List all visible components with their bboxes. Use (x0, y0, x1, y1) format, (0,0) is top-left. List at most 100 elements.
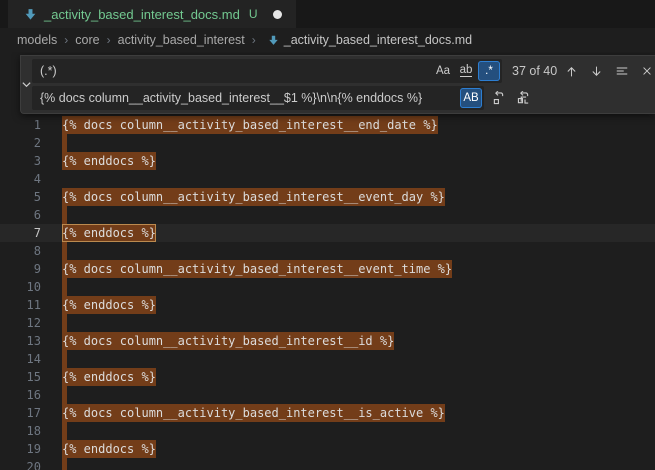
replace-button[interactable] (488, 88, 509, 109)
code-line-18: 18 (0, 422, 655, 440)
current-find-match: {% enddocs %} (62, 224, 156, 242)
replace-value-text: {% docs column__activity_based_interest_… (40, 91, 459, 105)
empty-line-match-highlight (62, 350, 67, 368)
tab-activity-based-interest-docs[interactable]: _activity_based_interest_docs.md U (8, 0, 296, 28)
regex-button[interactable]: .* (478, 61, 500, 81)
breadcrumb-dirs: models›core›activity_based_interest› (15, 33, 261, 47)
find-match-highlight: {% docs column__activity_based_interest_… (62, 116, 438, 134)
line-content[interactable]: {% enddocs %} (62, 152, 156, 170)
code-line-16: 16 (0, 386, 655, 404)
preserve-case-button[interactable]: AB (460, 88, 482, 108)
find-match-highlight: {% docs column__activity_based_interest_… (62, 260, 452, 278)
line-number: 1 (0, 116, 41, 134)
line-content[interactable] (62, 350, 67, 368)
breadcrumb-separator: › (247, 33, 261, 47)
code-lines: 1 {% docs column__activity_based_interest… (0, 116, 655, 470)
line-content[interactable] (62, 134, 67, 152)
find-match-highlight: {% enddocs %} (62, 296, 156, 314)
close-find-button[interactable] (636, 61, 655, 82)
replace-all-button[interactable] (513, 88, 534, 109)
match-case-button[interactable]: Aa (432, 61, 454, 81)
line-content[interactable] (62, 242, 67, 260)
code-line-13: 13 {% docs column__activity_based_interes… (0, 332, 655, 350)
line-number: 15 (0, 368, 41, 386)
git-status-badge: U (249, 7, 258, 21)
line-number: 7 (0, 224, 41, 242)
replace-icon (491, 91, 506, 106)
find-match-highlight: {% docs column__activity_based_interest_… (62, 332, 394, 350)
code-line-5: 5 {% docs column__activity_based_interest… (0, 188, 655, 206)
results-count: 37 of 40 (512, 64, 557, 78)
line-content[interactable]: {% enddocs %} (62, 368, 156, 386)
code-line-11: 11 {% enddocs %} (0, 296, 655, 314)
line-content[interactable] (62, 422, 67, 440)
empty-line-match-highlight (62, 422, 67, 440)
find-match-highlight: {% docs column__activity_based_interest_… (62, 404, 445, 422)
code-line-19: 19 {% enddocs %} (0, 440, 655, 458)
code-line-12: 12 (0, 314, 655, 332)
line-number: 4 (0, 170, 41, 188)
find-match-highlight: {% docs column__activity_based_interest_… (62, 188, 445, 206)
breadcrumb-item-activity_based_interest[interactable]: activity_based_interest (116, 33, 247, 47)
toggle-replace-button[interactable] (21, 59, 32, 110)
next-match-button[interactable] (586, 61, 607, 82)
line-number: 20 (0, 458, 41, 470)
find-match-highlight: {% enddocs %} (62, 368, 156, 386)
breadcrumb-item-models[interactable]: models (15, 33, 59, 47)
line-content[interactable]: {% enddocs %} (62, 440, 156, 458)
selection-icon (615, 64, 629, 78)
code-line-8: 8 (0, 242, 655, 260)
code-line-14: 14 (0, 350, 655, 368)
line-content[interactable]: {% docs column__activity_based_interest_… (62, 332, 394, 350)
breadcrumb-file[interactable]: _activity_based_interest_docs.md (284, 33, 472, 47)
line-number: 17 (0, 404, 41, 422)
breadcrumb-item-core[interactable]: core (73, 33, 101, 47)
line-number: 8 (0, 242, 41, 260)
empty-line-match-highlight (62, 314, 67, 332)
line-content[interactable] (62, 314, 67, 332)
line-content[interactable]: {% docs column__activity_based_interest_… (62, 116, 438, 134)
line-number: 5 (0, 188, 41, 206)
line-number: 18 (0, 422, 41, 440)
tab-bar: _activity_based_interest_docs.md U (0, 0, 655, 28)
code-line-20: 20 (0, 458, 655, 470)
breadcrumb-separator: › (102, 33, 116, 47)
line-content[interactable]: {% docs column__activity_based_interest_… (62, 188, 445, 206)
close-icon (641, 65, 653, 77)
replace-all-icon (516, 91, 531, 106)
whole-word-button[interactable]: ab (455, 61, 477, 81)
code-line-4: 4 (0, 170, 655, 188)
line-content[interactable] (62, 278, 67, 296)
line-content[interactable]: {% docs column__activity_based_interest_… (62, 404, 445, 422)
line-number: 19 (0, 440, 41, 458)
line-content[interactable]: {% enddocs %} (62, 296, 156, 314)
code-line-3: 3{% enddocs %} (0, 152, 655, 170)
line-content[interactable]: {% docs column__activity_based_interest_… (62, 260, 452, 278)
empty-line-match-highlight (62, 134, 67, 152)
code-line-7: 7 {% enddocs %} (0, 224, 655, 242)
find-query-text: (.*) (40, 64, 431, 78)
chevron-down-icon (21, 79, 32, 90)
line-content[interactable] (62, 458, 67, 470)
find-match-highlight: {% enddocs %} (62, 152, 156, 170)
empty-line-match-highlight (62, 242, 67, 260)
line-number: 14 (0, 350, 41, 368)
previous-match-button[interactable] (561, 61, 582, 82)
code-line-15: 15 {% enddocs %} (0, 368, 655, 386)
line-content[interactable] (62, 386, 67, 404)
replace-input[interactable]: {% docs column__activity_based_interest_… (32, 86, 484, 110)
line-content[interactable]: {% enddocs %} (62, 224, 156, 242)
find-match-highlight: {% enddocs %} (62, 440, 156, 458)
code-line-2: 2 (0, 134, 655, 152)
find-input[interactable]: (.*) Aa ab .* (32, 59, 502, 83)
find-in-selection-button[interactable] (611, 61, 632, 82)
line-number: 12 (0, 314, 41, 332)
empty-line-match-highlight (62, 278, 67, 296)
line-number: 11 (0, 296, 41, 314)
arrow-down-icon (590, 65, 603, 78)
markdown-icon (23, 7, 38, 22)
line-number: 2 (0, 134, 41, 152)
unsaved-changes-dot[interactable] (273, 10, 282, 19)
line-number: 13 (0, 332, 41, 350)
line-content[interactable] (62, 206, 67, 224)
